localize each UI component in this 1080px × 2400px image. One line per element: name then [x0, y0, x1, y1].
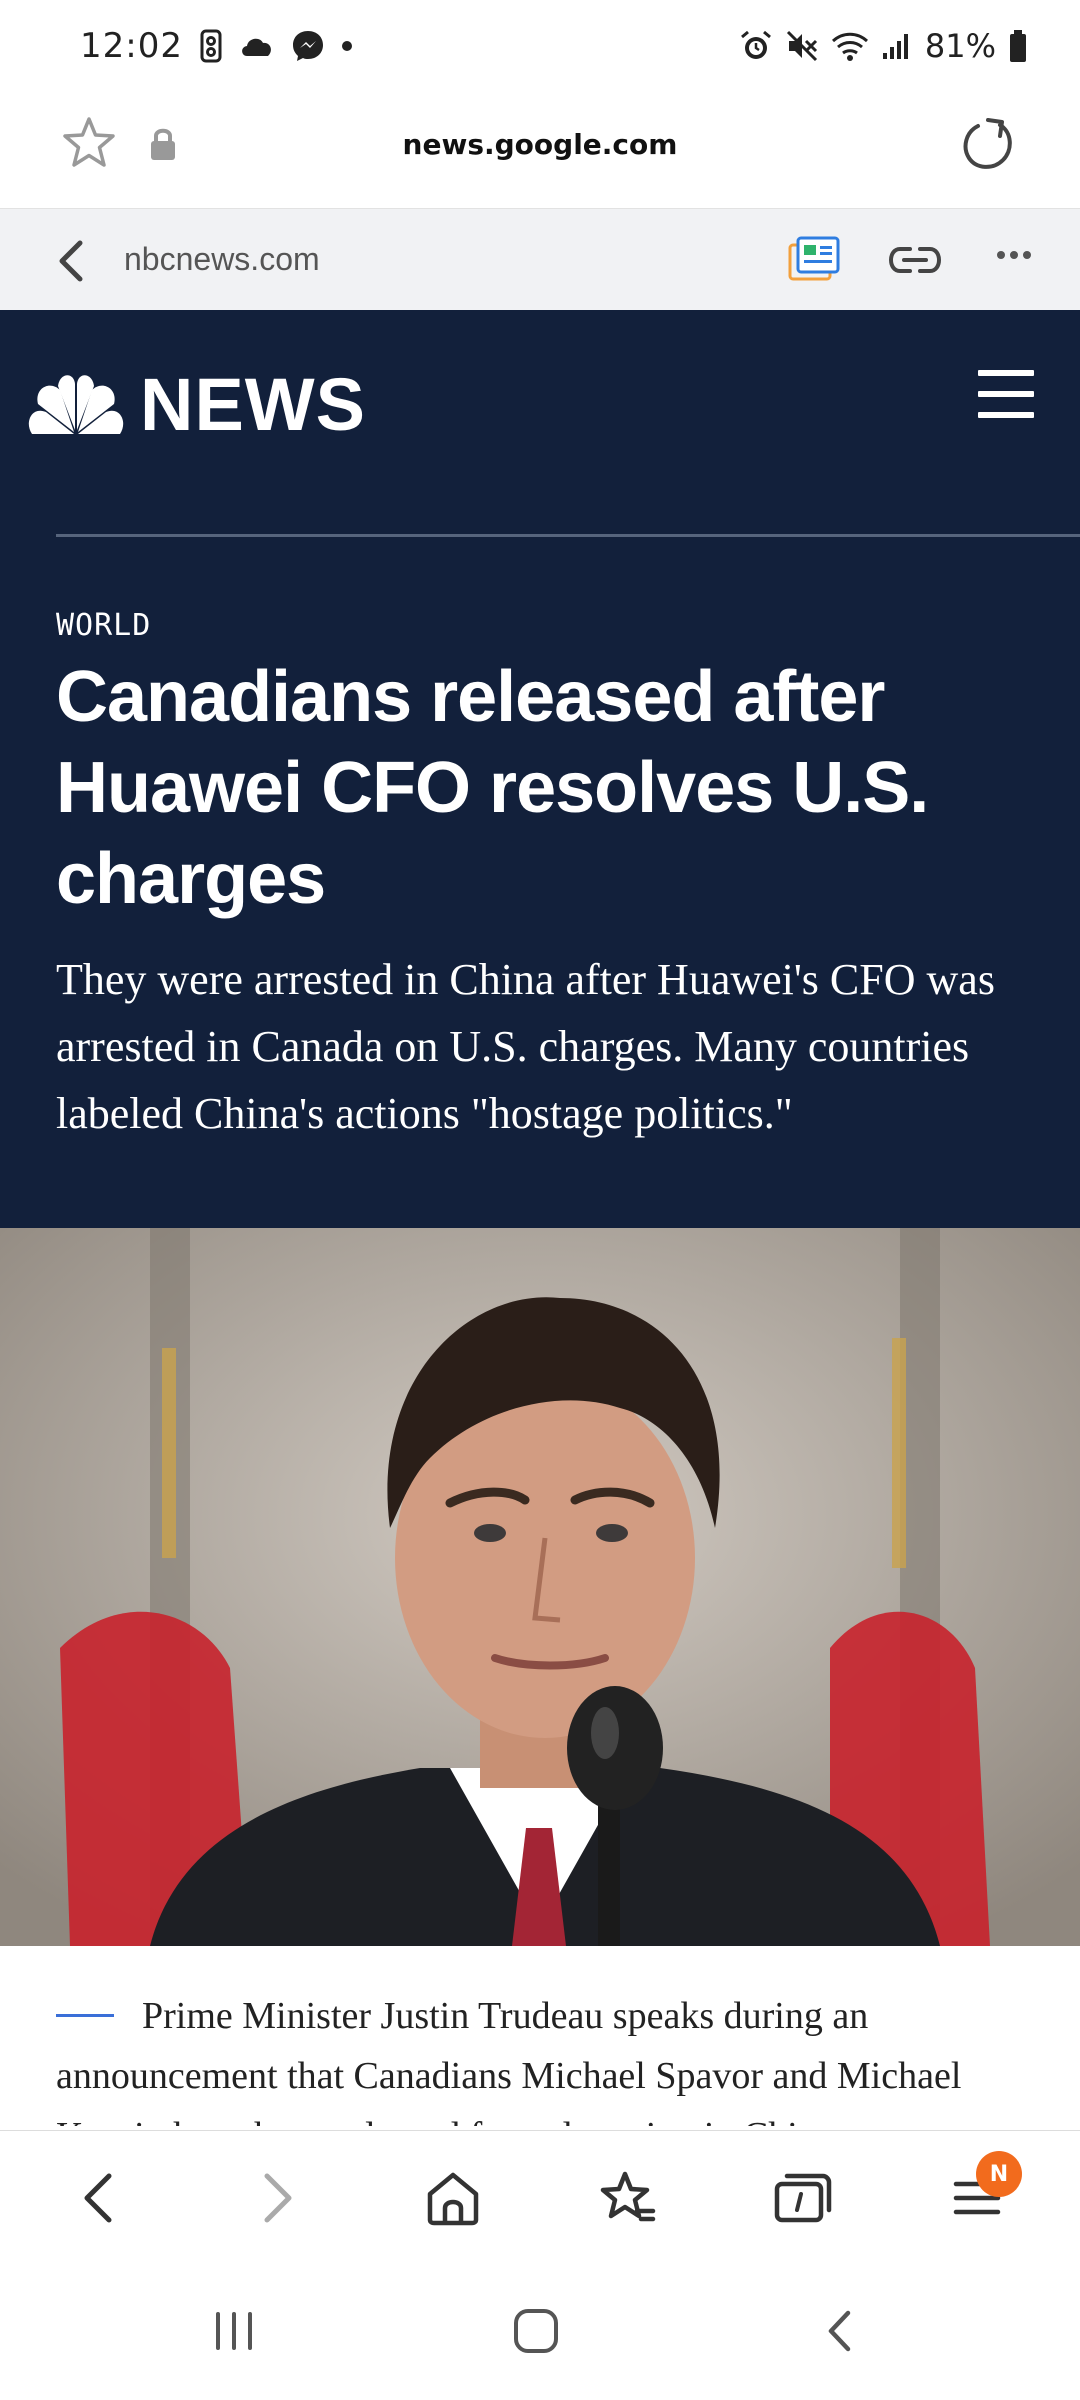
bookmarks-star-icon [600, 2171, 656, 2222]
more-options-icon[interactable] [996, 249, 1032, 261]
notification-device-icon [200, 29, 222, 63]
home-square-icon [514, 2309, 558, 2353]
section-label[interactable]: WORLD [56, 608, 151, 643]
cloud-icon [242, 38, 271, 56]
source-bar: nbcnews.com [0, 208, 1080, 311]
url-bar: news.google.com [0, 92, 1080, 208]
toolbar-bookmarks-button[interactable] [592, 2163, 662, 2233]
brand-title: NEWS [140, 363, 366, 446]
back-chevron-icon [828, 2310, 851, 2352]
article-photo [0, 1228, 1080, 1946]
signal-icon [882, 34, 908, 59]
battery-percent: 81% [924, 27, 996, 65]
photo-illustration [0, 1228, 1080, 1946]
hamburger-menu-button[interactable] [978, 370, 1034, 418]
menu-line [978, 370, 1034, 376]
dot-icon [341, 41, 352, 51]
toolbar-forward-button[interactable] [242, 2163, 312, 2233]
wifi-icon [831, 32, 868, 61]
forward-icon [264, 2173, 292, 2223]
recent-apps-icon [216, 2312, 252, 2350]
article-headline: Canadians released after Huawei CFO reso… [56, 657, 929, 919]
back-icon [84, 2173, 112, 2223]
alarm-icon [740, 30, 771, 59]
header-divider [56, 534, 1080, 537]
recent-apps-button[interactable] [194, 2296, 274, 2366]
system-navigation-bar [0, 2266, 1080, 2400]
home-system-button[interactable] [496, 2296, 576, 2366]
caption-accent-line [56, 2013, 114, 2017]
status-time: 12:02 [80, 26, 183, 66]
home-icon [427, 2172, 479, 2226]
article-header: NEWS WORLD Canadians released after Huaw… [0, 310, 1080, 1228]
toolbar-home-button[interactable] [418, 2163, 488, 2233]
url-text[interactable]: news.google.com [0, 128, 1080, 161]
tabs-icon [774, 2173, 832, 2223]
toolbar-back-button[interactable] [64, 2163, 134, 2233]
status-bar: 12:02 81% [0, 0, 1080, 92]
nbc-news-logo[interactable]: NEWS [28, 362, 366, 447]
source-domain[interactable]: nbcnews.com [124, 241, 320, 278]
reload-icon[interactable] [960, 116, 1016, 172]
link-icon[interactable] [886, 243, 944, 277]
peacock-icon [28, 374, 124, 434]
back-arrow-icon[interactable] [54, 237, 86, 285]
article-dek: They were arrested in China after Huawei… [56, 955, 995, 1138]
menu-line [978, 391, 1034, 397]
menu-notification-badge: N [976, 2151, 1022, 2197]
browser-toolbar: N [0, 2130, 1080, 2267]
menu-line [978, 412, 1034, 418]
back-system-button[interactable] [800, 2296, 880, 2366]
reader-view-icon[interactable] [788, 235, 842, 283]
battery-icon [1010, 30, 1026, 62]
caption-text: Prime Minister Justin Trudeau speaks dur… [56, 1995, 962, 2126]
messenger-icon [292, 31, 323, 61]
photo-caption: Prime Minister Justin Trudeau speaks dur… [56, 1986, 1056, 2126]
toolbar-tabs-button[interactable] [768, 2163, 838, 2233]
mute-icon [786, 30, 817, 62]
